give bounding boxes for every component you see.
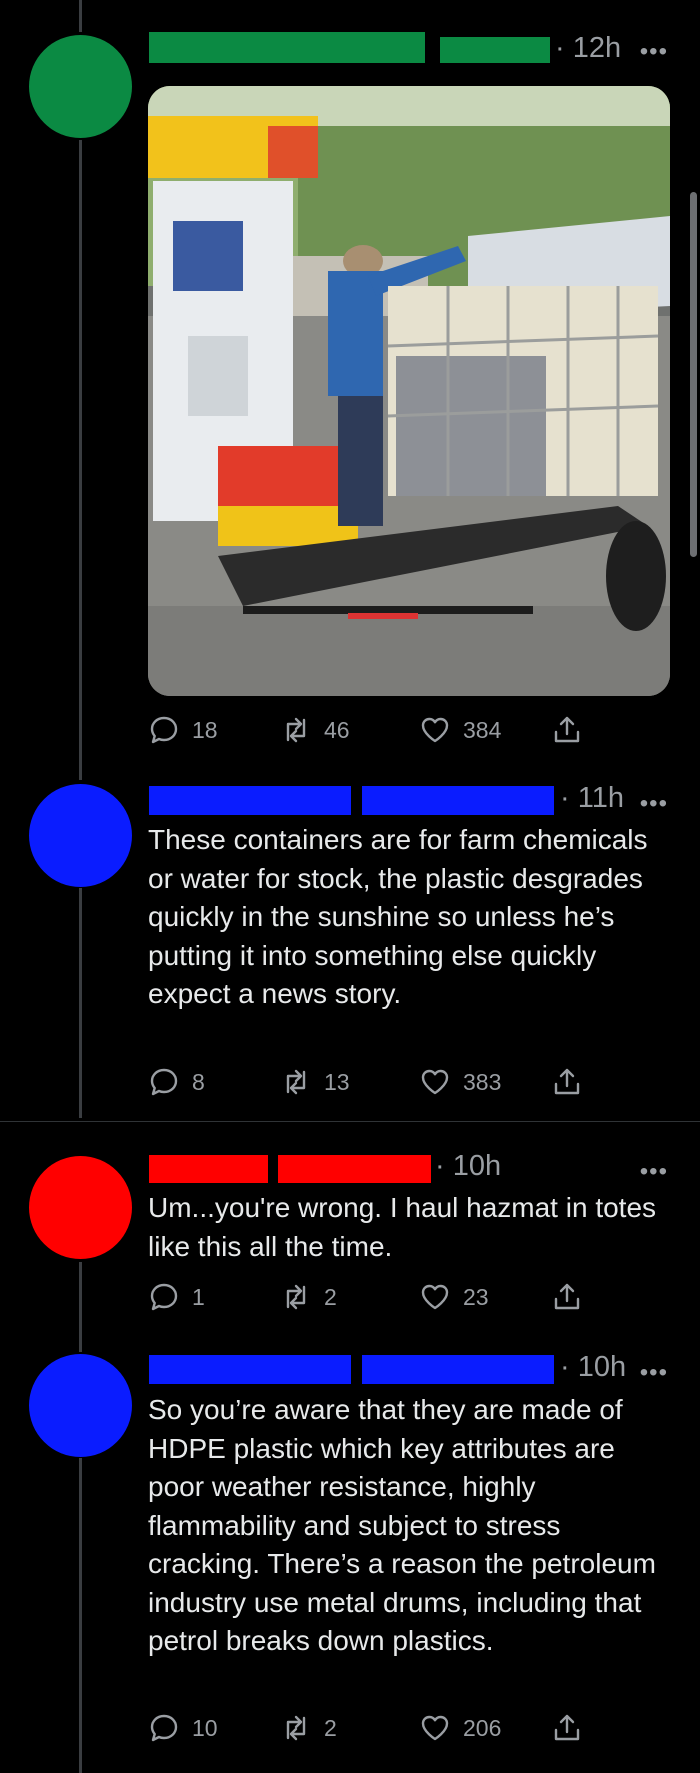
like-button[interactable]: 383 (419, 1065, 501, 1099)
tweet-actions: 10 2 206 (148, 1711, 588, 1745)
tweet-actions: 8 13 383 (148, 1065, 588, 1099)
share-icon (554, 1283, 580, 1310)
share-button[interactable] (551, 1280, 583, 1314)
reply-count: 1 (192, 1283, 205, 1310)
more-horizontal-icon[interactable]: ••• (640, 1361, 668, 1385)
timestamp[interactable]: · 10h (435, 1150, 501, 1183)
like-button[interactable]: 384 (419, 713, 501, 747)
tweet[interactable]: · 10h ••• Um...you're wrong. I haul hazm… (0, 1122, 700, 1332)
share-icon (554, 1714, 580, 1741)
like-button[interactable]: 206 (419, 1711, 501, 1745)
retweet-count: 2 (324, 1714, 337, 1741)
share-icon (554, 1068, 580, 1095)
retweet-icon (286, 1284, 306, 1310)
reply-icon (150, 1068, 178, 1096)
retweet-count: 13 (324, 1068, 350, 1095)
like-count: 206 (463, 1714, 502, 1741)
retweet-button[interactable]: 46 (280, 713, 350, 747)
more-horizontal-icon[interactable]: ••• (640, 1160, 668, 1184)
tweet-text: So you’re aware that they are made of HD… (148, 1394, 656, 1656)
heart-icon (421, 1069, 449, 1095)
reply-icon (150, 1714, 178, 1742)
avatar[interactable] (29, 35, 132, 138)
retweet-count: 2 (324, 1283, 337, 1310)
reply-button[interactable]: 1 (148, 1280, 205, 1314)
tweet-text: Um...you're wrong. I haul hazmat in tote… (148, 1192, 657, 1262)
username-redacted[interactable] (362, 1355, 554, 1384)
like-count: 384 (463, 716, 502, 743)
photo-illustration (148, 86, 670, 696)
tweet[interactable]: · 12h ••• 18 46 384 (0, 0, 700, 780)
reply-icon (150, 1283, 178, 1311)
retweet-button[interactable]: 2 (280, 1280, 337, 1314)
display-name-redacted[interactable] (149, 32, 425, 63)
display-name-redacted[interactable] (149, 786, 351, 815)
scrollbar[interactable] (690, 192, 697, 557)
retweet-icon (286, 1715, 306, 1741)
tweet[interactable]: · 10h ••• So you’re aware that they are … (0, 1332, 700, 1773)
reply-count: 18 (192, 716, 218, 743)
reply-count: 8 (192, 1068, 205, 1095)
display-name-redacted[interactable] (149, 1155, 268, 1183)
tweet-text: These containers are for farm chemicals … (148, 824, 648, 1009)
username-redacted[interactable] (440, 37, 550, 63)
tweet-photo[interactable] (148, 86, 670, 696)
retweet-icon (286, 1069, 306, 1095)
retweet-count: 46 (324, 716, 350, 743)
retweet-button[interactable]: 13 (280, 1065, 350, 1099)
retweet-button[interactable]: 2 (280, 1711, 337, 1745)
reply-count: 10 (192, 1714, 218, 1741)
display-name-redacted[interactable] (149, 1355, 351, 1384)
more-horizontal-icon[interactable]: ••• (640, 792, 668, 816)
timestamp[interactable]: · 10h (560, 1351, 626, 1384)
share-button[interactable] (551, 1711, 583, 1745)
heart-icon (421, 717, 449, 743)
like-count: 383 (463, 1068, 502, 1095)
username-redacted[interactable] (278, 1155, 431, 1183)
timestamp[interactable]: · 12h (555, 32, 621, 65)
username-redacted[interactable] (362, 786, 554, 815)
tweet[interactable]: · 11h ••• These containers are for farm … (0, 780, 700, 1120)
share-button[interactable] (551, 1065, 583, 1099)
like-button[interactable]: 23 (419, 1280, 489, 1314)
reply-button[interactable]: 8 (148, 1065, 205, 1099)
more-horizontal-icon[interactable]: ••• (640, 40, 668, 64)
avatar[interactable] (29, 784, 132, 887)
timestamp[interactable]: · 11h (560, 782, 624, 815)
retweet-icon (286, 717, 306, 743)
heart-icon (421, 1284, 449, 1310)
tweet-actions: 1 2 23 (148, 1280, 588, 1314)
avatar[interactable] (29, 1354, 132, 1457)
avatar[interactable] (29, 1156, 132, 1259)
reply-button[interactable]: 18 (148, 713, 218, 747)
share-icon (554, 716, 580, 743)
like-count: 23 (463, 1283, 489, 1310)
reply-icon (150, 716, 178, 744)
share-button[interactable] (551, 713, 583, 747)
reply-button[interactable]: 10 (148, 1711, 218, 1745)
tweet-actions: 18 46 384 (148, 713, 588, 747)
heart-icon (421, 1715, 449, 1741)
